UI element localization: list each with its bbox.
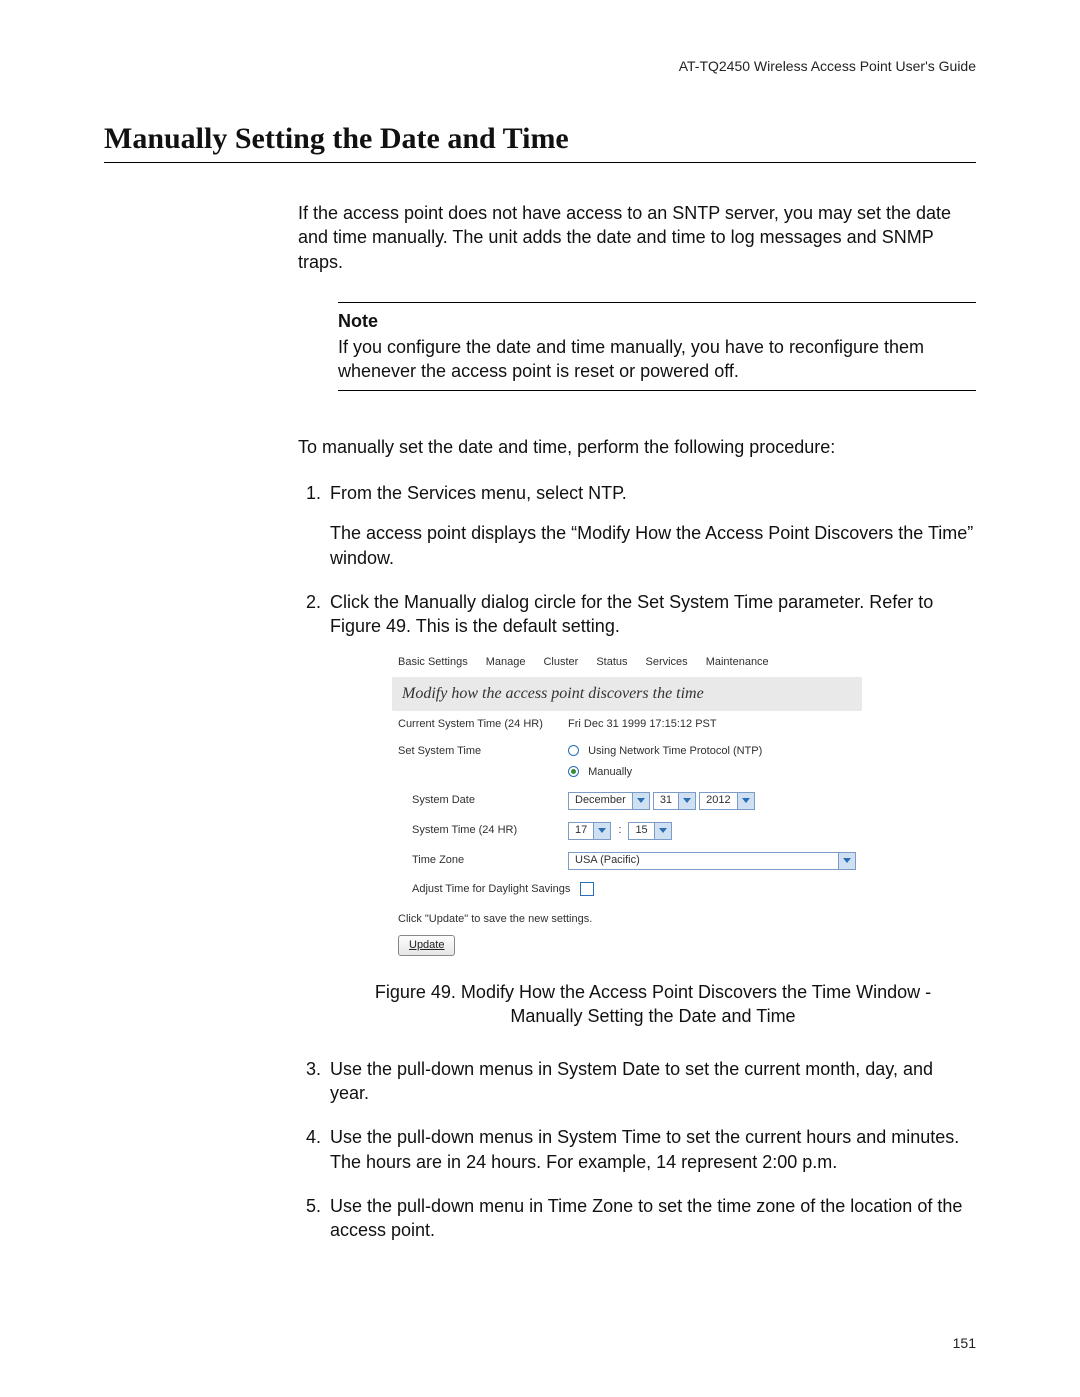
tab-basic-settings[interactable]: Basic Settings bbox=[398, 655, 468, 670]
dropdown-month-value: December bbox=[569, 793, 632, 808]
page-title: Manually Setting the Date and Time bbox=[104, 122, 976, 156]
dropdown-timezone-value: USA (Pacific) bbox=[569, 853, 646, 868]
ui-section-title: Modify how the access point discovers th… bbox=[392, 677, 862, 711]
time-zone-label: Time Zone bbox=[398, 853, 568, 868]
row-set-system-time: Set System Time Using Network Time Proto… bbox=[392, 738, 862, 786]
update-hint: Click "Update" to save the new settings. bbox=[392, 902, 862, 931]
note-label: Note bbox=[338, 309, 976, 333]
current-time-label: Current System Time (24 HR) bbox=[398, 717, 568, 732]
ui-tab-bar: Basic Settings Manage Cluster Status Ser… bbox=[392, 651, 862, 674]
current-time-value: Fri Dec 31 1999 17:15:12 PST bbox=[568, 717, 856, 732]
step-5-text: Use the pull-down menu in Time Zone to s… bbox=[330, 1196, 962, 1240]
dropdown-year-value: 2012 bbox=[700, 793, 736, 808]
figure-caption: Figure 49. Modify How the Access Point D… bbox=[370, 980, 936, 1029]
radio-ntp-label: Using Network Time Protocol (NTP) bbox=[588, 745, 762, 757]
step-1-text: From the Services menu, select NTP. bbox=[330, 483, 627, 503]
step-1-sub: The access point displays the “Modify Ho… bbox=[330, 521, 976, 570]
system-date-label: System Date bbox=[398, 793, 568, 808]
body-column: If the access point does not have access… bbox=[298, 201, 976, 1242]
row-system-date: System Date December 31 2012 bbox=[392, 786, 862, 816]
intro-paragraph: If the access point does not have access… bbox=[298, 201, 976, 274]
dropdown-hour[interactable]: 17 bbox=[568, 822, 611, 840]
lead-paragraph: To manually set the date and time, perfo… bbox=[298, 435, 976, 459]
row-time-zone: Time Zone USA (Pacific) bbox=[392, 846, 862, 876]
dropdown-day-value: 31 bbox=[654, 793, 678, 808]
document-page: AT-TQ2450 Wireless Access Point User's G… bbox=[0, 0, 1080, 1397]
dropdown-minute-value: 15 bbox=[629, 823, 653, 838]
row-dst: Adjust Time for Daylight Savings bbox=[392, 876, 862, 903]
chevron-down-icon bbox=[632, 793, 649, 809]
tab-maintenance[interactable]: Maintenance bbox=[706, 655, 769, 670]
radio-ntp[interactable] bbox=[568, 745, 579, 756]
note-text: If you configure the date and time manua… bbox=[338, 335, 976, 384]
note-rule-top bbox=[338, 302, 976, 303]
page-number: 151 bbox=[953, 1335, 976, 1351]
dropdown-timezone[interactable]: USA (Pacific) bbox=[568, 852, 856, 870]
time-separator: : bbox=[618, 824, 621, 836]
update-button[interactable]: Update bbox=[398, 935, 455, 956]
radio-manual[interactable] bbox=[568, 766, 579, 777]
chevron-down-icon bbox=[678, 793, 695, 809]
system-time-label: System Time (24 HR) bbox=[398, 823, 568, 838]
dropdown-minute[interactable]: 15 bbox=[628, 822, 671, 840]
tab-services[interactable]: Services bbox=[646, 655, 688, 670]
chevron-down-icon bbox=[654, 823, 671, 839]
procedure-list: From the Services menu, select NTP. The … bbox=[298, 481, 976, 1242]
checkbox-dst[interactable] bbox=[580, 882, 594, 896]
step-1: From the Services menu, select NTP. The … bbox=[326, 481, 976, 570]
tab-cluster[interactable]: Cluster bbox=[543, 655, 578, 670]
step-2-text: Click the Manually dialog circle for the… bbox=[330, 592, 933, 636]
note-rule-bottom bbox=[338, 390, 976, 391]
chevron-down-icon bbox=[593, 823, 610, 839]
set-system-time-label: Set System Time bbox=[398, 744, 568, 759]
step-3-text: Use the pull-down menus in System Date t… bbox=[330, 1059, 933, 1103]
dropdown-hour-value: 17 bbox=[569, 823, 593, 838]
radio-manual-label: Manually bbox=[588, 766, 632, 778]
row-system-time: System Time (24 HR) 17 : 15 bbox=[392, 816, 862, 846]
dropdown-month[interactable]: December bbox=[568, 792, 650, 810]
step-5: Use the pull-down menu in Time Zone to s… bbox=[326, 1194, 976, 1243]
note-block: Note If you configure the date and time … bbox=[338, 296, 976, 397]
title-rule bbox=[104, 162, 976, 163]
dropdown-year[interactable]: 2012 bbox=[699, 792, 754, 810]
step-4: Use the pull-down menus in System Time t… bbox=[326, 1125, 976, 1174]
row-current-time: Current System Time (24 HR) Fri Dec 31 1… bbox=[392, 711, 862, 738]
dst-label: Adjust Time for Daylight Savings bbox=[398, 882, 570, 897]
ui-screenshot: Basic Settings Manage Cluster Status Ser… bbox=[392, 651, 862, 957]
chevron-down-icon bbox=[737, 793, 754, 809]
dropdown-day[interactable]: 31 bbox=[653, 792, 696, 810]
tab-status[interactable]: Status bbox=[596, 655, 627, 670]
step-3: Use the pull-down menus in System Date t… bbox=[326, 1057, 976, 1106]
running-head: AT-TQ2450 Wireless Access Point User's G… bbox=[104, 58, 976, 74]
step-2: Click the Manually dialog circle for the… bbox=[326, 590, 976, 1029]
step-4-text: Use the pull-down menus in System Time t… bbox=[330, 1127, 959, 1171]
chevron-down-icon bbox=[838, 853, 855, 869]
tab-manage[interactable]: Manage bbox=[486, 655, 526, 670]
